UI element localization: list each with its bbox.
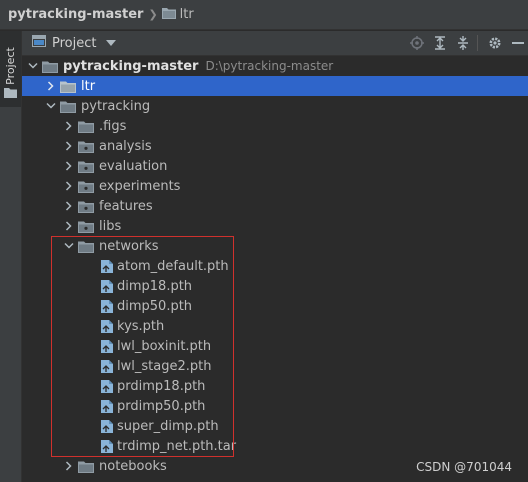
breadcrumb-child[interactable]: ltr xyxy=(180,7,194,22)
chevron-right-icon[interactable] xyxy=(62,161,76,171)
tree-item-label: networks xyxy=(99,238,159,254)
root-project-name: pytracking-master xyxy=(63,58,199,74)
tree-item-networks[interactable]: networks xyxy=(22,236,528,256)
file-icon xyxy=(100,259,114,274)
tree-file-prdimp18[interactable]: prdimp18.pth xyxy=(22,376,528,396)
folder-icon xyxy=(60,100,76,113)
file-icon xyxy=(100,319,114,334)
file-icon xyxy=(100,439,114,454)
folder-icon xyxy=(60,80,76,93)
chevron-right-icon[interactable] xyxy=(62,221,76,231)
project-window-icon xyxy=(32,35,46,51)
package-folder-icon xyxy=(78,140,94,153)
tree-file-lwl-boxinit[interactable]: lwl_boxinit.pth xyxy=(22,336,528,356)
tree-item-evaluation[interactable]: evaluation xyxy=(22,156,528,176)
breadcrumb: pytracking-master ❯ ltr xyxy=(0,0,528,30)
project-side-tab[interactable]: Project xyxy=(0,31,21,107)
tree-file-trdimp-net[interactable]: trdimp_net.pth.tar xyxy=(22,436,528,456)
tree-file-dimp18[interactable]: dimp18.pth xyxy=(22,276,528,296)
package-folder-icon xyxy=(78,220,94,233)
collapse-all-icon[interactable] xyxy=(453,34,473,52)
tool-window-strip: Project xyxy=(0,31,22,482)
tree-item-label: .figs xyxy=(99,118,127,134)
folder-icon xyxy=(4,83,17,102)
folder-icon xyxy=(78,240,94,253)
tree-item-experiments[interactable]: experiments xyxy=(22,176,528,196)
tree-item-label: atom_default.pth xyxy=(117,258,229,274)
chevron-down-icon[interactable] xyxy=(26,62,40,70)
tree-file-dimp50[interactable]: dimp50.pth xyxy=(22,296,528,316)
tree-item-label: dimp18.pth xyxy=(117,278,193,294)
tree-item-label: pytracking xyxy=(81,98,151,114)
file-icon xyxy=(100,399,114,414)
package-folder-icon xyxy=(78,180,94,193)
file-icon xyxy=(100,279,114,294)
chevron-down-icon[interactable] xyxy=(44,102,58,110)
tree-item-label: prdimp18.pth xyxy=(117,378,206,394)
file-icon xyxy=(100,419,114,434)
folder-icon xyxy=(161,7,176,23)
folder-icon xyxy=(42,60,58,73)
project-view-title: Project xyxy=(52,35,97,51)
chevron-right-icon[interactable] xyxy=(62,121,76,131)
package-folder-icon xyxy=(78,160,94,173)
tree-item-pytracking[interactable]: pytracking xyxy=(22,96,528,116)
tree-item-libs[interactable]: libs xyxy=(22,216,528,236)
package-folder-icon xyxy=(78,200,94,213)
chevron-right-icon[interactable] xyxy=(62,461,76,471)
tree-item-label: trdimp_net.pth.tar xyxy=(117,438,237,454)
file-icon xyxy=(100,339,114,354)
tree-file-kys[interactable]: kys.pth xyxy=(22,316,528,336)
expand-all-icon[interactable] xyxy=(430,34,450,52)
tree-item-label: lwl_stage2.pth xyxy=(117,358,212,374)
chevron-down-icon[interactable] xyxy=(62,242,76,250)
tree-file-atom-default[interactable]: atom_default.pth xyxy=(22,256,528,276)
tree-item-label: libs xyxy=(99,218,122,234)
tree-item-label: dimp50.pth xyxy=(117,298,193,314)
tree-item-figs[interactable]: .figs xyxy=(22,116,528,136)
chevron-right-icon[interactable] xyxy=(62,141,76,151)
tree-item-label: evaluation xyxy=(99,158,168,174)
tree-item-label: lwl_boxinit.pth xyxy=(117,338,212,354)
tree-item-label: experiments xyxy=(99,178,181,194)
breadcrumb-separator-icon: ❯ xyxy=(148,8,158,21)
tree-item-label: notebooks xyxy=(99,458,167,474)
chevron-right-icon[interactable] xyxy=(44,81,58,91)
file-icon xyxy=(100,359,114,374)
watermark: CSDN @701044 xyxy=(416,460,512,474)
file-icon xyxy=(100,379,114,394)
tree-item-ltr[interactable]: ltr xyxy=(22,76,528,96)
breadcrumb-root[interactable]: pytracking-master xyxy=(8,7,143,22)
folder-icon xyxy=(78,460,94,473)
tree-root-row[interactable]: pytracking-master D:\pytracking-master xyxy=(22,56,528,76)
root-project-path: D:\pytracking-master xyxy=(205,59,334,73)
chevron-down-icon[interactable] xyxy=(106,40,117,46)
tree-item-analysis[interactable]: analysis xyxy=(22,136,528,156)
tree-item-label: prdimp50.pth xyxy=(117,398,206,414)
locate-icon[interactable] xyxy=(407,34,427,52)
tree-file-super-dimp[interactable]: super_dimp.pth xyxy=(22,416,528,436)
folder-icon xyxy=(78,120,94,133)
settings-gear-icon[interactable] xyxy=(485,34,505,52)
chevron-right-icon[interactable] xyxy=(62,181,76,191)
tree-file-prdimp50[interactable]: prdimp50.pth xyxy=(22,396,528,416)
tree-item-label: analysis xyxy=(99,138,152,154)
tree-item-label: features xyxy=(99,198,153,214)
project-tree: pytracking-master D:\pytracking-master l… xyxy=(22,56,528,476)
tree-item-label: ltr xyxy=(81,78,96,94)
chevron-right-icon[interactable] xyxy=(62,201,76,211)
header-divider xyxy=(477,35,478,51)
tree-item-label: super_dimp.pth xyxy=(117,418,219,434)
project-view-selector[interactable]: Project xyxy=(32,35,117,51)
tree-item-features[interactable]: features xyxy=(22,196,528,216)
tree-file-lwl-stage2[interactable]: lwl_stage2.pth xyxy=(22,356,528,376)
file-icon xyxy=(100,299,114,314)
tree-item-label: kys.pth xyxy=(117,318,165,334)
project-tool-window-header: Project xyxy=(22,31,528,56)
hide-icon[interactable] xyxy=(508,34,528,52)
